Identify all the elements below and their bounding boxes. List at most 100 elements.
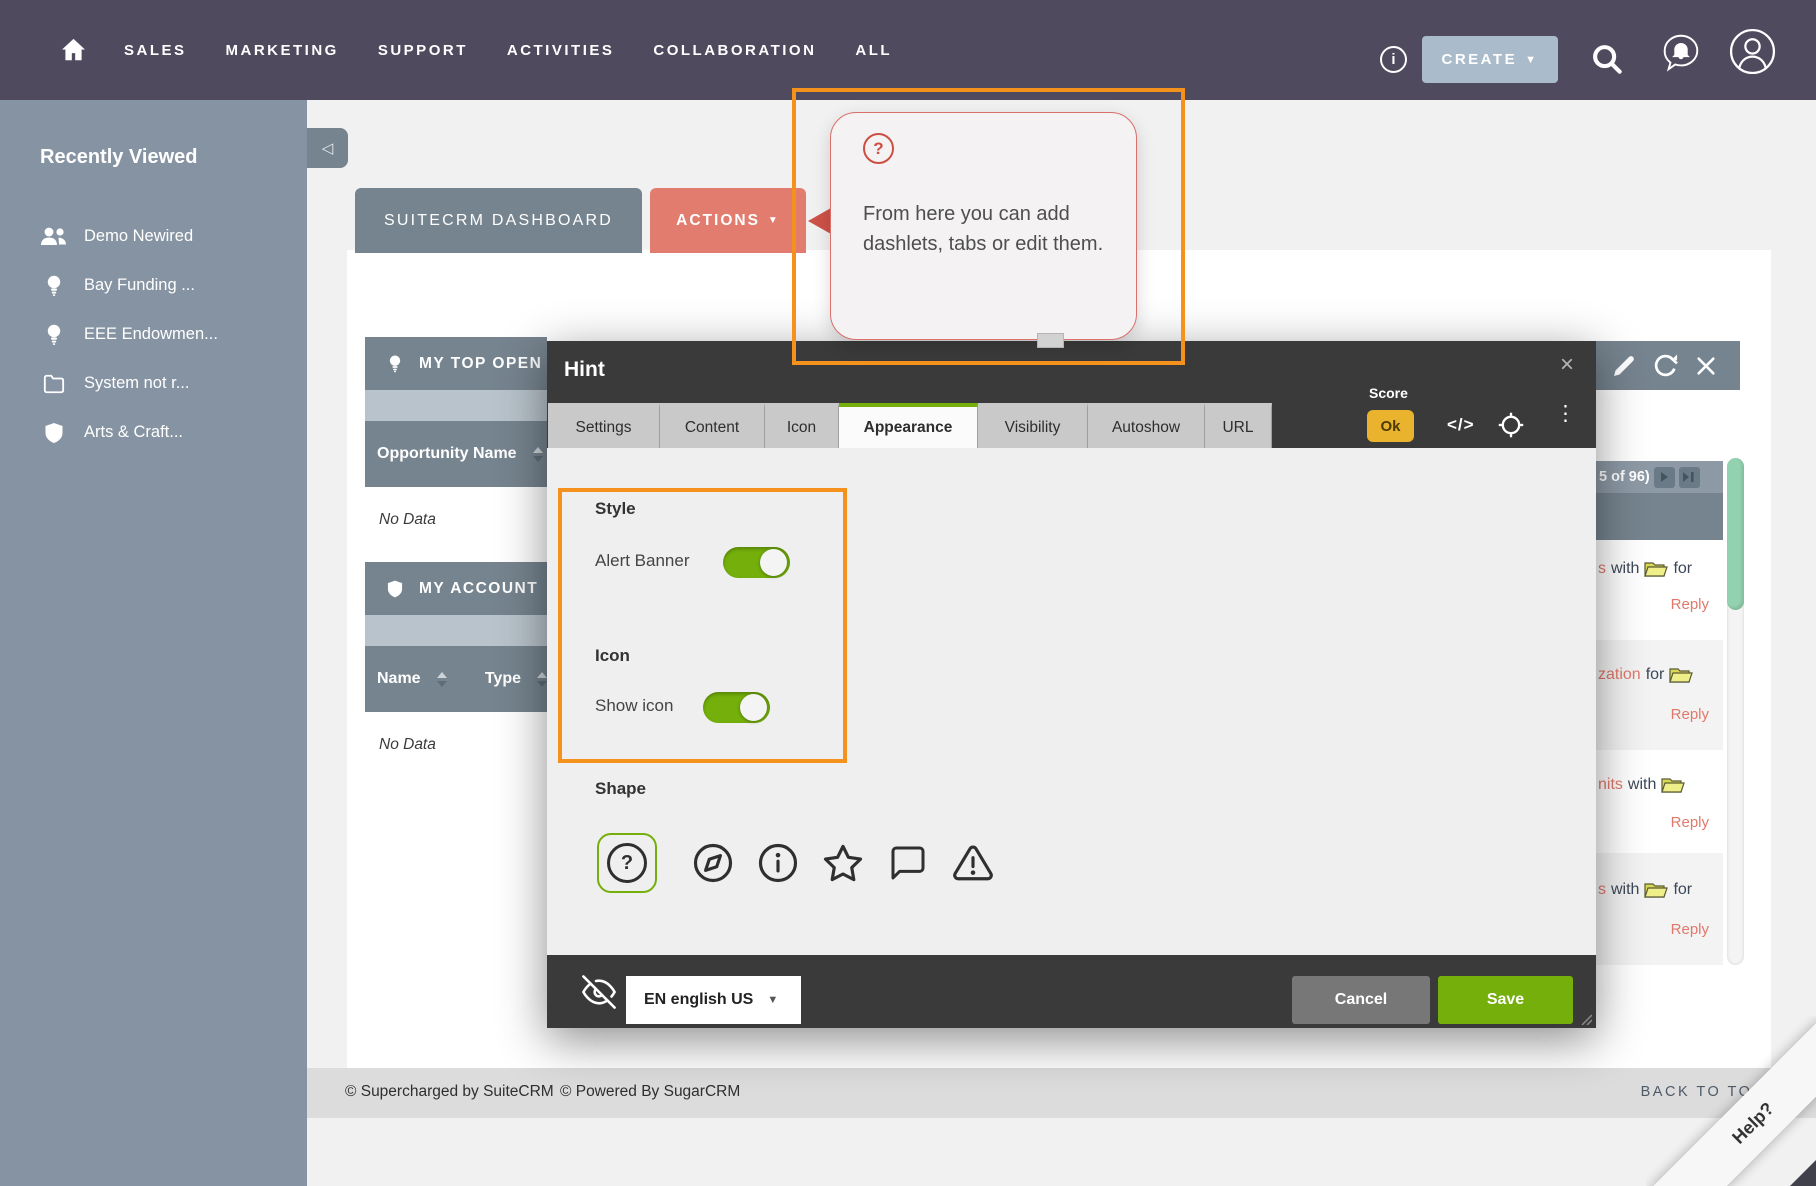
feed-text: for [1673,560,1693,577]
bulb-icon [385,353,405,375]
feed-scrollbar-track[interactable] [1727,458,1744,965]
help-ribbon-container: Help? [1646,1016,1816,1186]
help-ribbon-corner [1790,1160,1816,1186]
sort-icon[interactable] [537,671,547,687]
top-navbar: SALES MARKETING SUPPORT ACTIVITIES COLLA… [0,0,1816,100]
folder-emoji-icon [1644,561,1669,578]
score-badge: Ok [1367,410,1414,442]
bulb-icon [40,323,68,347]
nav-item-activities[interactable]: ACTIVITIES [507,42,615,59]
feed-item: nits with Reply [1596,750,1723,853]
tab-url[interactable]: URL [1205,403,1272,448]
sidebar-item-label: System not r... [84,374,190,392]
info-icon[interactable]: i [1380,46,1407,73]
reply-link[interactable]: Reply [1671,596,1709,613]
feed-link[interactable]: nits [1598,776,1623,794]
tab-autoshow[interactable]: Autoshow [1088,403,1205,448]
nav-item-support[interactable]: SUPPORT [378,42,468,59]
sidebar-item-bay-funding[interactable]: Bay Funding ... [40,261,218,310]
feed-link[interactable]: zation [1598,666,1641,684]
home-icon[interactable] [60,36,87,63]
code-view-icon[interactable]: </> [1447,415,1475,435]
reply-link[interactable]: Reply [1671,921,1709,938]
help-circle-icon: ? [863,133,894,164]
folder-emoji-icon [1661,777,1686,794]
tab-content[interactable]: Content [660,403,765,448]
close-icon[interactable] [1695,355,1717,377]
tab-suitecrm-dashboard[interactable]: SUITECRM DASHBOARD [355,188,642,253]
feed-header-strip [1596,493,1723,540]
sidebar-item-arts-craft[interactable]: Arts & Craft... [40,408,218,457]
search-icon[interactable] [1588,40,1626,78]
edit-pencil-icon[interactable] [1612,354,1636,378]
dashlet-toolbar-strip [365,615,547,646]
next-page-icon[interactable] [1653,466,1675,488]
feed-text: with [1627,776,1657,793]
help-ribbon[interactable]: Help? [1649,1019,1816,1186]
app-canvas: SALES MARKETING SUPPORT ACTIVITIES COLLA… [0,0,1816,1186]
show-icon-label: Show icon [595,696,674,715]
dashlet-title: MY TOP OPEN [419,354,543,372]
close-icon[interactable]: × [1552,351,1582,379]
feed-link[interactable]: s [1598,881,1606,899]
modal-footer: EN english US ▼ Cancel Save [547,955,1596,1028]
hint-modal: Hint × Settings Content Icon Appearance … [547,341,1596,1028]
sidebar-item-label: Demo Newired [84,227,194,245]
help-ribbon-label: Help? [1727,1097,1778,1148]
shape-warning-triangle-icon[interactable] [952,842,994,884]
reply-link[interactable]: Reply [1671,814,1709,831]
chevron-down-icon: ▼ [767,215,780,226]
sidebar-item-system-not[interactable]: System not r... [40,359,218,408]
dashlet-column-header[interactable]: Name Type [365,646,547,712]
toggle-knob [740,694,767,721]
feed-text: with [1611,881,1640,898]
shape-info-circle-icon[interactable] [757,842,799,884]
shield-icon [40,421,68,445]
tab-appearance[interactable]: Appearance [839,403,978,448]
feed-link[interactable]: s [1598,560,1606,578]
column-label: Name [377,670,421,687]
sort-icon[interactable] [532,446,543,462]
feed-scrollbar-thumb[interactable] [1727,458,1744,610]
actions-button[interactable]: ACTIONS ▼ [650,188,806,253]
shape-compass-icon[interactable] [692,842,734,884]
sidebar-item-label: Arts & Craft... [84,423,184,441]
shape-message-icon[interactable] [887,842,929,884]
shape-help-circle-selected[interactable]: ? [597,833,657,893]
cancel-button[interactable]: Cancel [1292,976,1430,1024]
show-icon-toggle[interactable] [703,692,770,723]
nav-item-marketing[interactable]: MARKETING [226,42,339,59]
notifications-bell-icon[interactable] [1658,30,1704,76]
tab-icon[interactable]: Icon [765,403,839,448]
create-button[interactable]: CREATE ▼ [1422,36,1558,83]
nav-item-collaboration[interactable]: COLLABORATION [653,42,816,59]
user-avatar-icon[interactable] [1728,27,1777,76]
nav-item-all[interactable]: ALL [855,42,892,59]
sort-icon[interactable] [436,671,447,687]
eye-off-icon[interactable] [581,975,617,1009]
sidebar-collapse-button[interactable]: ◁ [307,128,348,168]
shape-star-icon[interactable] [822,842,864,884]
feed-item: s with for Reply [1596,540,1723,640]
save-button[interactable]: Save [1438,976,1573,1024]
tab-visibility[interactable]: Visibility [978,403,1088,448]
tab-settings[interactable]: Settings [548,403,660,448]
tooltip-resize-handle[interactable] [1037,333,1064,348]
dashlet-title: MY ACCOUNT [419,579,539,597]
resize-grip-icon[interactable] [1580,1013,1592,1025]
target-icon[interactable] [1497,411,1525,439]
alert-banner-toggle[interactable] [723,547,790,578]
kebab-menu-icon[interactable]: ⋮ [1555,403,1576,424]
sidebar-item-demo-newired[interactable]: Demo Newired [40,212,218,261]
refresh-icon[interactable] [1653,353,1678,378]
dashlet-column-header[interactable]: Opportunity Name [365,421,547,487]
nav-item-sales[interactable]: SALES [124,42,187,59]
reply-link[interactable]: Reply [1671,706,1709,723]
last-page-icon[interactable] [1678,466,1700,488]
shape-section-label: Shape [595,779,647,798]
dashlet-empty-state: No Data [365,487,547,562]
feed-text: for [1673,881,1693,898]
language-dropdown[interactable]: EN english US ▼ [626,976,801,1024]
sidebar-item-eee-endowment[interactable]: EEE Endowmen... [40,310,218,359]
dashlet-empty-state: No Data [365,712,547,792]
